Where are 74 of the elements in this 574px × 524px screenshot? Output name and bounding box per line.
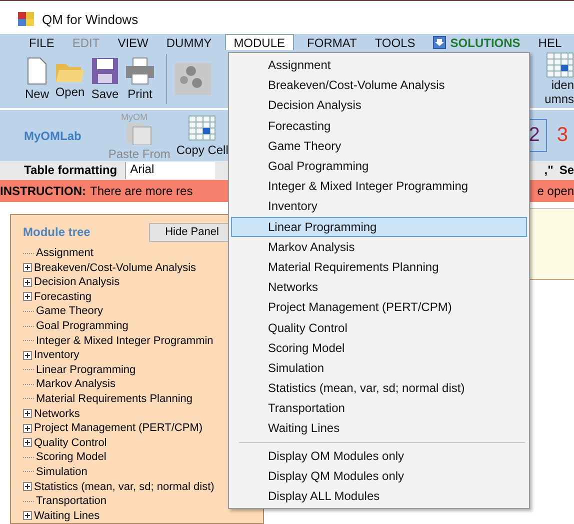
- tree-item[interactable]: Goal Programming: [36, 320, 128, 332]
- expand-icon[interactable]: [23, 482, 32, 492]
- table-formatting-label: Table formatting: [24, 163, 118, 178]
- tree-item[interactable]: Material Requirements Planning: [36, 392, 193, 405]
- menu-item[interactable]: SOLUTIONS: [424, 34, 530, 50]
- menu-item[interactable]: Quality Control: [231, 317, 527, 338]
- menu-item[interactable]: Material Requirements Planning: [231, 256, 527, 278]
- tree-item[interactable]: Statistics (mean, var, sd; normal dist): [34, 480, 214, 493]
- format-label: Se: [559, 163, 574, 178]
- font-field[interactable]: Arial: [125, 162, 216, 179]
- expand-icon[interactable]: [23, 511, 32, 520]
- toolbar-button[interactable]: Print: [122, 57, 158, 102]
- menu-item[interactable]: Integer & Mixed Integer Programming: [231, 176, 527, 196]
- menu-item[interactable]: FORMAT: [298, 34, 366, 50]
- expand-icon[interactable]: [23, 263, 32, 272]
- toolbar-button[interactable]: Open: [52, 59, 88, 100]
- menu-item[interactable]: Display QM Modules only: [231, 466, 527, 486]
- menu-item[interactable]: Breakeven/Cost-Volume Analysis: [231, 75, 527, 96]
- tree-item[interactable]: Markov Analysis: [36, 378, 116, 390]
- menu-item[interactable]: Networks: [231, 277, 527, 298]
- tree-item[interactable]: Inventory: [34, 349, 80, 362]
- menu-item[interactable]: Assignment: [231, 55, 527, 76]
- menu-item[interactable]: VIEW: [108, 34, 158, 50]
- tree-item[interactable]: Networks: [34, 408, 80, 420]
- menu-item[interactable]: Project Management (PERT/CPM): [231, 297, 527, 318]
- menu-item[interactable]: Linear Programming: [231, 216, 527, 237]
- table-icon: [188, 114, 216, 141]
- tree-item[interactable]: Decision Analysis: [34, 276, 120, 288]
- menu-item[interactable]: Inventory: [231, 196, 527, 216]
- tree-item[interactable]: Transportation: [36, 495, 107, 508]
- menu-item[interactable]: FILE: [20, 34, 64, 50]
- printer-icon: [125, 57, 156, 86]
- expand-icon[interactable]: [23, 409, 32, 418]
- menu-item[interactable]: MODULE: [224, 34, 294, 50]
- tree-item[interactable]: Simulation: [36, 466, 88, 478]
- tree-item[interactable]: Scoring Model: [36, 451, 106, 464]
- instruction-text: e open: [537, 184, 574, 198]
- expand-icon[interactable]: [23, 278, 32, 287]
- panel-title: Module tree: [23, 225, 90, 240]
- toolbar-button[interactable]: New: [22, 57, 52, 102]
- menu-item[interactable]: Scoring Model: [231, 338, 527, 358]
- app-icon: [18, 12, 34, 26]
- menu-item[interactable]: Display OM Modules only: [231, 446, 527, 466]
- tree-item[interactable]: Linear Programming: [36, 364, 136, 376]
- instruction-label: INSTRUCTION:: [0, 184, 86, 198]
- menu-item[interactable]: DUMMY: [157, 34, 221, 50]
- tree-item[interactable]: Integer & Mixed Integer Programmin: [36, 334, 214, 347]
- menu-item[interactable]: Decision Analysis: [231, 95, 527, 116]
- menu-item[interactable]: Goal Programming: [231, 156, 527, 176]
- menu-item[interactable]: Statistics (mean, var, sd; normal dist): [231, 378, 527, 398]
- tree-item[interactable]: Assignment: [36, 247, 94, 260]
- format-text: ,": [544, 163, 554, 178]
- tree-item[interactable]: Breakeven/Cost-Volume Analysis: [34, 262, 196, 274]
- expand-icon[interactable]: [23, 424, 32, 433]
- menu-item[interactable]: Simulation: [231, 358, 527, 378]
- tree-item[interactable]: Project Management (PERT/CPM): [34, 422, 203, 434]
- menu-item[interactable]: Transportation: [231, 398, 527, 418]
- blob-icon: [175, 63, 212, 96]
- tree-item[interactable]: Forecasting: [34, 290, 92, 303]
- document-icon: [25, 57, 49, 86]
- tree-item[interactable]: Waiting Lines: [34, 510, 100, 522]
- expand-icon[interactable]: [23, 438, 32, 448]
- tree-item[interactable]: Game Theory: [36, 305, 104, 318]
- expand-icon[interactable]: [23, 292, 32, 302]
- menu-item[interactable]: HEL: [529, 34, 571, 50]
- window-title: QM for Windows: [42, 12, 138, 27]
- widen-columns-button[interactable]: iden umns: [544, 52, 574, 106]
- expand-icon[interactable]: [23, 350, 32, 360]
- instruction-text: There are more res: [90, 184, 193, 198]
- menu-item[interactable]: Display ALL Modules: [231, 486, 527, 506]
- tree-item[interactable]: Quality Control: [34, 436, 107, 449]
- menu-item[interactable]: Waiting Lines: [231, 418, 527, 439]
- menu-item[interactable]: TOOLS: [366, 34, 424, 50]
- toolbar-button[interactable]: Save: [88, 57, 122, 102]
